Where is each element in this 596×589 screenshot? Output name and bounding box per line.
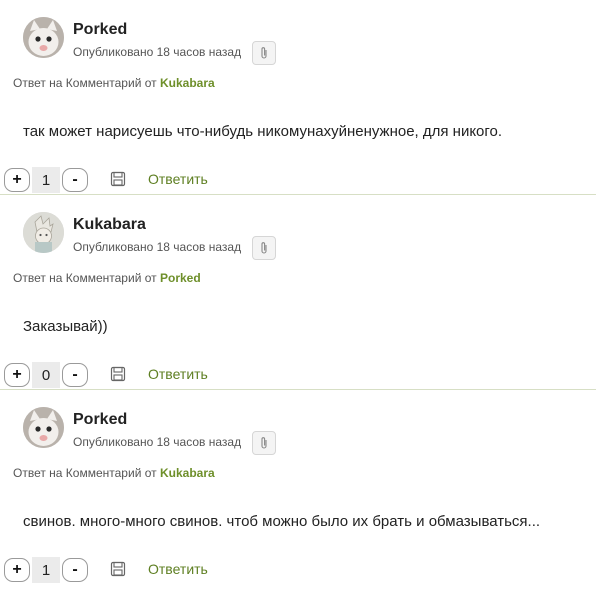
reply-to-line: Ответ на Комментарий от Kukabara [13,76,215,90]
upvote-button[interactable]: + [4,558,30,582]
avatar[interactable] [23,407,64,448]
paperclip-icon[interactable] [252,431,276,455]
save-icon[interactable] [110,366,126,382]
reply-to-prefix: Ответ на Комментарий от [13,271,157,285]
save-icon[interactable] [110,171,126,187]
comment: Kukabara Опубликовано 18 часов назад Отв… [0,195,596,390]
reply-button[interactable]: Ответить [148,366,208,382]
comment-author[interactable]: Kukabara [73,216,146,234]
comment: Porked Опубликовано 18 часов назад Ответ… [0,0,596,195]
reply-to-line: Ответ на Комментарий от Kukabara [13,466,215,480]
reply-button[interactable]: Ответить [148,561,208,577]
vote-score: 1 [32,167,60,193]
reply-to-author-link[interactable]: Porked [160,271,201,285]
downvote-button[interactable]: - [62,168,88,192]
vote-score: 1 [32,557,60,583]
vote-widget: + 1 - [4,167,88,193]
downvote-button[interactable]: - [62,363,88,387]
reply-to-prefix: Ответ на Комментарий от [13,466,157,480]
comment-author[interactable]: Porked [73,21,127,39]
comment-text: Заказывай)) [23,318,108,335]
comment-text: свинов. много-много свинов. чтоб можно б… [23,513,541,530]
reply-to-author-link[interactable]: Kukabara [160,76,215,90]
reply-to-line: Ответ на Комментарий от Porked [13,271,201,285]
vote-score: 0 [32,362,60,388]
paperclip-icon[interactable] [252,41,276,65]
vote-widget: + 1 - [4,557,88,583]
reply-to-author-link[interactable]: Kukabara [160,466,215,480]
comment-timestamp: Опубликовано 18 часов назад [73,240,242,254]
avatar[interactable] [23,212,64,253]
reply-button[interactable]: Ответить [148,171,208,187]
comment-timestamp: Опубликовано 18 часов назад [73,435,242,449]
paperclip-icon[interactable] [252,236,276,260]
comment-timestamp: Опубликовано 18 часов назад [73,45,242,59]
comment: Porked Опубликовано 18 часов назад Ответ… [0,390,596,585]
vote-widget: + 0 - [4,362,88,388]
comment-author[interactable]: Porked [73,411,127,429]
save-icon[interactable] [110,561,126,577]
upvote-button[interactable]: + [4,363,30,387]
comment-text: так может нарисуешь что-нибудь никомунах… [23,123,503,140]
downvote-button[interactable]: - [62,558,88,582]
upvote-button[interactable]: + [4,168,30,192]
avatar[interactable] [23,17,64,58]
reply-to-prefix: Ответ на Комментарий от [13,76,157,90]
